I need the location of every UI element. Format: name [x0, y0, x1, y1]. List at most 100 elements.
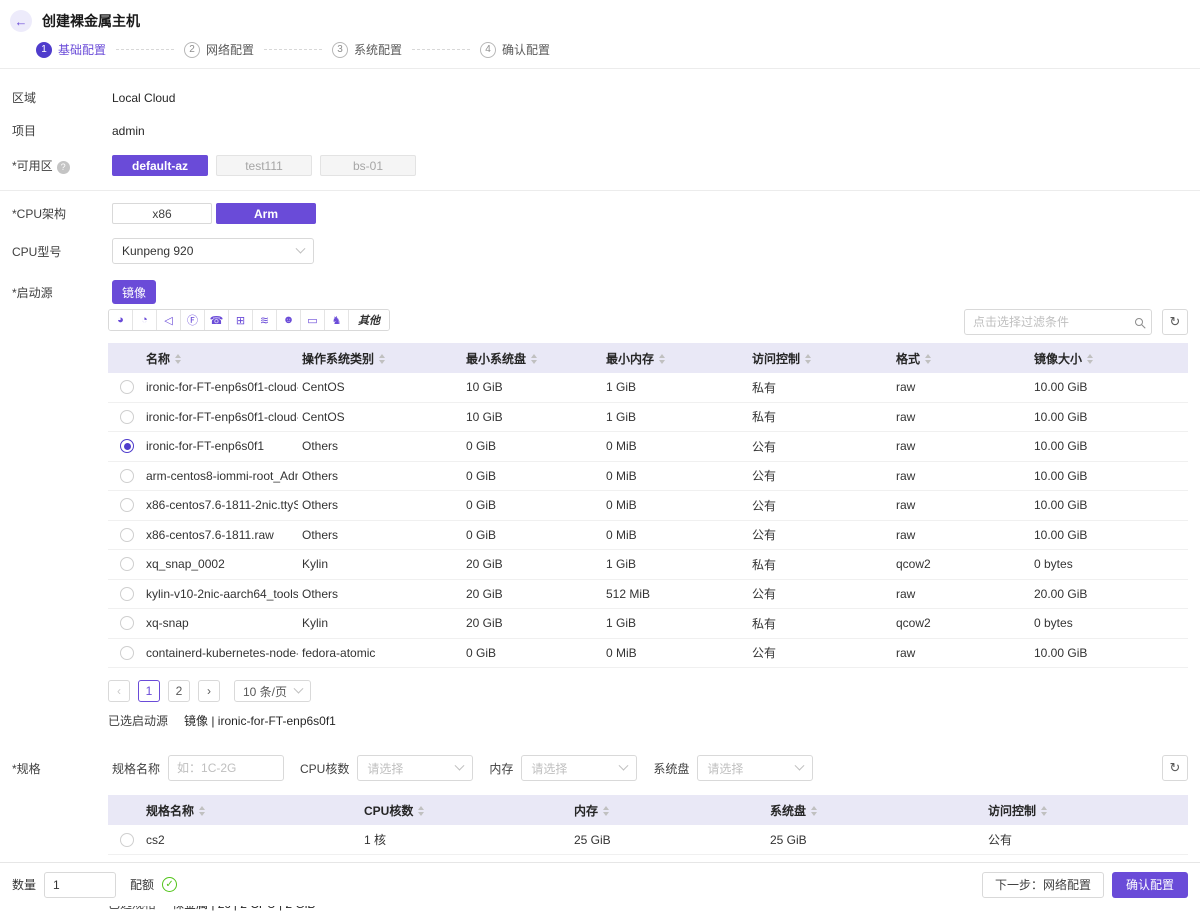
next-step-button[interactable]: 下一步：网络配置: [982, 872, 1104, 898]
image-row[interactable]: ironic-for-FT-enp6s0f1-cloud-init-... Ce…: [108, 373, 1188, 403]
python-icon[interactable]: ≋: [253, 310, 277, 330]
flavor-disk-placeholder: 请选择: [707, 760, 743, 777]
image-row[interactable]: xq_snap_0002 Kylin 20 GiB 1 GiB 私有 qcow2…: [108, 550, 1188, 580]
step-confirm-config[interactable]: 4 确认配置: [480, 41, 550, 58]
flavor-cpu-select[interactable]: 请选择: [357, 755, 473, 781]
chevron-down-icon: [795, 760, 805, 770]
opensuse-icon[interactable]: ☎: [205, 310, 229, 330]
prev-page-button[interactable]: ‹: [108, 680, 130, 702]
image-filter-box[interactable]: [964, 309, 1152, 335]
sort-icon[interactable]: [418, 806, 424, 816]
image-row[interactable]: x86-centos7.6-1811-2nic.ttyS1.cl... Othe…: [108, 491, 1188, 521]
radio-button[interactable]: [120, 587, 134, 601]
page-size-select[interactable]: 10 条/页: [234, 680, 311, 702]
flavor-label: *规格: [12, 760, 112, 777]
cpu-model-select[interactable]: Kunpeng 920: [112, 238, 314, 264]
step-connector: [264, 49, 322, 50]
radio-button[interactable]: [120, 469, 134, 483]
windows-icon[interactable]: ⊞: [229, 310, 253, 330]
image-row[interactable]: kylin-v10-2nic-aarch64_tools-wit... Othe…: [108, 580, 1188, 610]
image-row[interactable]: ironic-for-FT-enp6s0f1-cloud-init CentOS…: [108, 403, 1188, 433]
confirm-config-button[interactable]: 确认配置: [1112, 872, 1188, 898]
refresh-icon: ↻: [1170, 760, 1181, 776]
image-row-selected[interactable]: ironic-for-FT-enp6s0f1 Others 0 GiB 0 Mi…: [108, 432, 1188, 462]
sort-icon[interactable]: [531, 354, 537, 364]
page-1-button[interactable]: 1: [138, 680, 160, 702]
sort-icon[interactable]: [379, 354, 385, 364]
ubuntu-icon[interactable]: ◁: [157, 310, 181, 330]
region-label: 区域: [12, 89, 112, 106]
image-min-ram: 0 MiB: [602, 528, 748, 542]
image-row[interactable]: arm-centos8-iommi-root_Admin123 Others 0…: [108, 462, 1188, 492]
sort-icon[interactable]: [175, 354, 181, 364]
image-os: Kylin: [298, 557, 462, 571]
page-size-value: 10 条/页: [243, 683, 287, 700]
radio-button[interactable]: [120, 557, 134, 571]
flavor-row[interactable]: cs2 1 核 25 GiB 25 GiB 公有: [108, 825, 1188, 855]
tux-icon[interactable]: ☻: [277, 310, 301, 330]
cpu-arch-row: *CPU架构 x86 Arm: [12, 203, 1188, 224]
az-option-default-az[interactable]: default-az: [112, 155, 208, 176]
radio-button[interactable]: [120, 528, 134, 542]
count-input[interactable]: [44, 872, 116, 898]
step-connector: [412, 49, 470, 50]
radio-button[interactable]: [120, 646, 134, 660]
flavor-name-input[interactable]: [168, 755, 284, 781]
image-refresh-button[interactable]: ↻: [1162, 309, 1188, 335]
radio-button[interactable]: [120, 498, 134, 512]
cpu-arch-option-arm[interactable]: Arm: [216, 203, 316, 224]
radio-button-checked[interactable]: [120, 439, 134, 453]
image-name: x86-centos7.6-1811.raw: [142, 528, 298, 542]
sort-icon[interactable]: [811, 806, 817, 816]
radio-button[interactable]: [120, 616, 134, 630]
step-system-config[interactable]: 3 系统配置: [332, 41, 402, 58]
sort-icon[interactable]: [603, 806, 609, 816]
chevron-down-icon: [455, 760, 465, 770]
boot-source-image-button[interactable]: 镜像: [112, 280, 156, 304]
image-name: x86-centos7.6-1811-2nic.ttyS1.cl...: [142, 498, 298, 512]
flavor-cpu: 1 核: [360, 831, 570, 848]
fedora-icon[interactable]: Ⓕ: [181, 310, 205, 330]
os-tab-other[interactable]: 其他: [349, 310, 389, 330]
boot-source-label: *启动源: [12, 284, 112, 301]
radio-button[interactable]: [120, 380, 134, 394]
step-network-config[interactable]: 2 网络配置: [184, 41, 254, 58]
radio-button[interactable]: [120, 833, 134, 847]
image-size: 10.00 GiB: [1030, 528, 1188, 542]
cpu-arch-label: *CPU架构: [12, 205, 112, 222]
info-icon[interactable]: ?: [57, 161, 70, 174]
debian-icon[interactable]: ◔: [133, 310, 157, 330]
monitor-icon[interactable]: ▭: [301, 310, 325, 330]
page-2-button[interactable]: 2: [168, 680, 190, 702]
image-row[interactable]: x86-centos7.6-1811.raw Others 0 GiB 0 Mi…: [108, 521, 1188, 551]
az-option-test111[interactable]: test111: [216, 155, 312, 176]
sort-icon[interactable]: [199, 806, 205, 816]
centos-icon[interactable]: ◕: [109, 310, 133, 330]
search-icon: [1135, 318, 1143, 326]
sort-icon[interactable]: [1041, 806, 1047, 816]
sort-icon[interactable]: [805, 354, 811, 364]
freebsd-icon[interactable]: ♞: [325, 310, 349, 330]
next-page-button[interactable]: ›: [198, 680, 220, 702]
sort-icon[interactable]: [1087, 354, 1093, 364]
sort-icon[interactable]: [659, 354, 665, 364]
image-row[interactable]: xq-snap Kylin 20 GiB 1 GiB 私有 qcow2 0 by…: [108, 609, 1188, 639]
chevron-down-icon: [296, 243, 306, 253]
cpu-arch-option-x86[interactable]: x86: [112, 203, 212, 224]
back-button[interactable]: ←: [10, 10, 32, 32]
image-filter-input[interactable]: [973, 315, 1129, 329]
step-basic-config[interactable]: 1 基础配置: [36, 41, 106, 58]
az-option-bs-01[interactable]: bs-01: [320, 155, 416, 176]
image-row[interactable]: containerd-kubernetes-node-ima... fedora…: [108, 639, 1188, 669]
image-size: 10.00 GiB: [1030, 498, 1188, 512]
radio-button[interactable]: [120, 410, 134, 424]
flavor-ram-select[interactable]: 请选择: [521, 755, 637, 781]
sort-icon[interactable]: [925, 354, 931, 364]
image-os: Others: [298, 498, 462, 512]
flavor-refresh-button[interactable]: ↻: [1162, 755, 1188, 781]
flavor-disk-select[interactable]: 请选择: [697, 755, 813, 781]
count-label: 数量: [12, 876, 36, 893]
image-format: raw: [892, 528, 1030, 542]
step-label: 网络配置: [206, 41, 254, 58]
steps-bar: 1 基础配置 2 网络配置 3 系统配置 4 确认配置: [0, 32, 1200, 69]
